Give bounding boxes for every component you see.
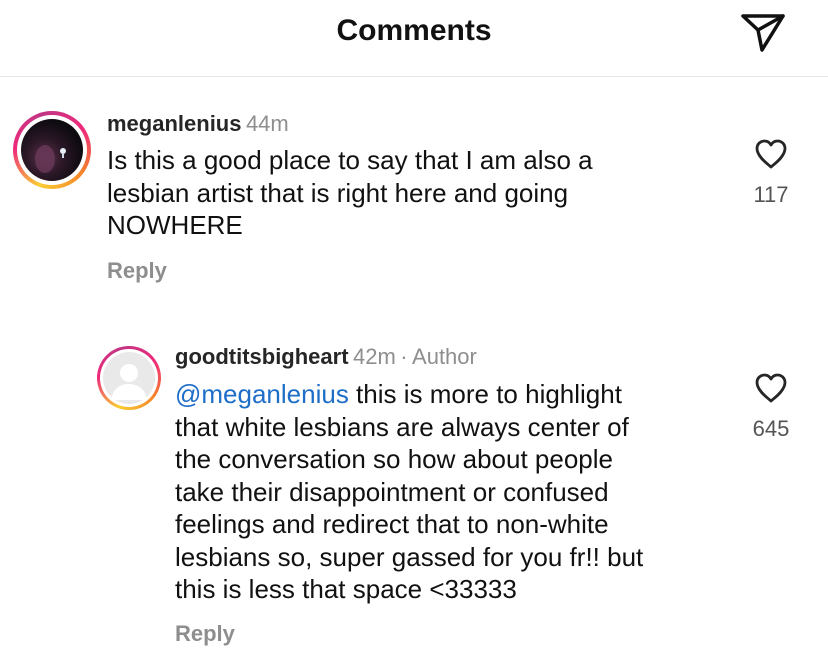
like-control: 645 [741,372,801,442]
reply-text: @meganlenius this is more to highlight t… [175,379,644,604]
reply-button[interactable]: Reply [107,258,167,284]
like-count: 117 [753,182,789,207]
page-title: Comments [336,14,492,47]
default-avatar-icon [103,352,155,404]
comment-text: Is this a good place to say that I am al… [107,145,593,240]
mention-link[interactable]: @meganlenius [175,379,349,409]
like-control: 117 [741,138,801,208]
reply-comment: goodtitsbigheart 42m · Author @meganleni… [0,340,828,670]
comment-timestamp: 44m [245,111,289,136]
like-count: 645 [752,416,790,441]
avatar-photo [21,119,83,181]
reply-button[interactable]: Reply [175,621,235,647]
comment: meganlenius 44m Is this a good place to … [0,100,828,300]
reply-timestamp: 42m [353,344,396,369]
paper-plane-icon [741,14,785,52]
author-badge: Author [412,344,477,369]
heart-icon[interactable] [754,138,788,170]
share-button[interactable] [740,12,786,54]
avatar[interactable] [13,111,91,189]
heart-icon[interactable] [754,372,788,404]
comments-header: Comments [0,0,828,77]
reply-username[interactable]: goodtitsbigheart [175,344,349,369]
meta-separator: · [400,344,408,369]
comment-username[interactable]: meganlenius [107,111,241,136]
avatar[interactable] [97,346,161,410]
